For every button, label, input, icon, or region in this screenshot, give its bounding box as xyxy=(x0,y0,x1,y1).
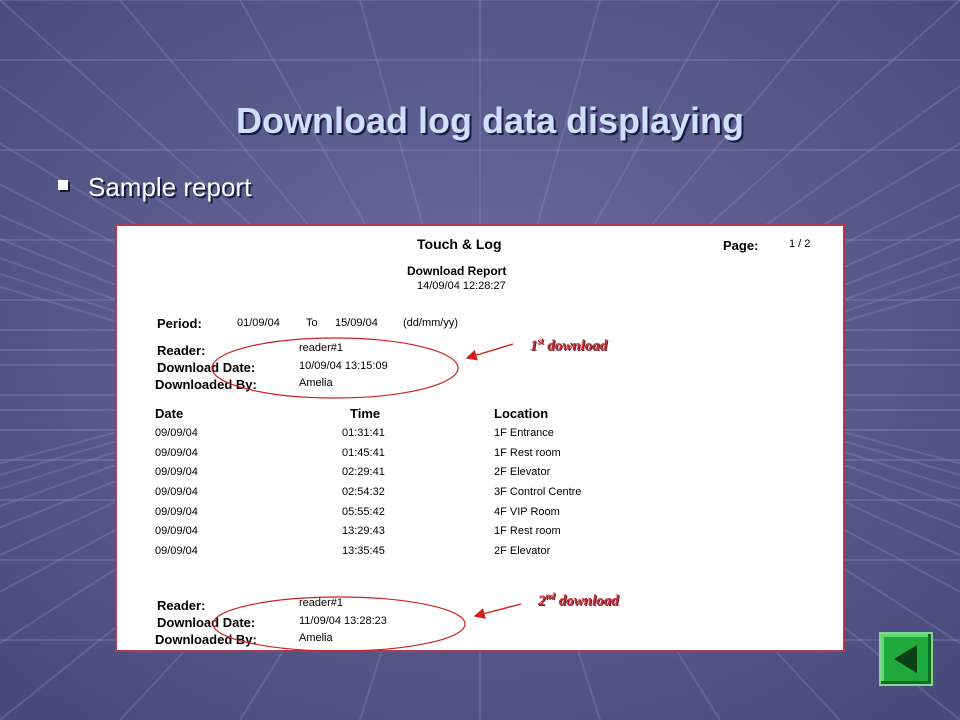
reader-value-1: reader#1 xyxy=(299,342,344,354)
row-date: 09/09/04 xyxy=(155,427,198,439)
triangle-left-icon xyxy=(894,645,917,673)
period-format: (dd/mm/yy) xyxy=(403,317,458,329)
sample-report: Touch & Log Page: 1 / 2 Download Report … xyxy=(115,224,845,652)
row-date: 09/09/04 xyxy=(155,525,198,537)
page-value: 1 / 2 xyxy=(789,238,811,250)
annotation-second-num: 2 xyxy=(538,593,546,609)
annotation-second-sup: nd xyxy=(545,591,556,601)
row-location: 1F Rest room xyxy=(494,447,561,459)
row-location: 2F Elevator xyxy=(494,466,551,478)
annotation-first-download: 1st download xyxy=(530,336,607,355)
annotation-first-text: download xyxy=(543,338,608,354)
row-time: 13:29:43 xyxy=(342,525,385,537)
download-date-value-1: 10/09/04 13:15:09 xyxy=(299,360,388,372)
row-time: 05:55:42 xyxy=(342,506,385,518)
download-date-label-1: Download Date: xyxy=(157,360,256,375)
slide-title: Download log data displaying xyxy=(235,100,745,141)
downloaded-by-label-2: Downloaded By: xyxy=(155,632,257,647)
bullet-item: Sample report xyxy=(58,172,251,203)
downloaded-by-value-1: Amelia xyxy=(299,377,333,389)
row-time: 01:45:41 xyxy=(342,447,385,459)
download-date-label-2: Download Date: xyxy=(157,615,256,630)
row-time: 13:35:45 xyxy=(342,545,385,557)
row-time: 02:54:32 xyxy=(342,486,385,498)
row-location: 4F VIP Room xyxy=(494,506,560,518)
row-date: 09/09/04 xyxy=(155,486,198,498)
downloaded-by-label-1: Downloaded By: xyxy=(155,377,257,392)
annotation-first-num: 1 xyxy=(530,338,538,354)
row-time: 01:31:41 xyxy=(342,427,385,439)
annotation-second-download: 2nd download xyxy=(538,591,619,610)
column-header-date: Date xyxy=(155,406,184,421)
period-to: 15/09/04 xyxy=(335,317,378,329)
period-label: Period: xyxy=(157,316,202,331)
bullet-square-icon xyxy=(58,180,68,191)
row-date: 09/09/04 xyxy=(155,545,198,557)
bullet-text: Sample report xyxy=(88,172,252,202)
reader-label-1: Reader: xyxy=(157,343,206,358)
row-location: 1F Entrance xyxy=(494,427,554,439)
annotation-second-text: download xyxy=(555,593,619,609)
annotation-arrow-1 xyxy=(465,343,514,361)
row-location: 1F Rest room xyxy=(494,525,561,537)
report-timestamp: 14/09/04 12:28:27 xyxy=(417,280,506,292)
annotation-arrow-2 xyxy=(473,603,522,619)
download-date-value-2: 11/09/04 13:28:23 xyxy=(299,615,387,627)
row-date: 09/09/04 xyxy=(155,466,198,478)
report-subtitle: Download Report xyxy=(407,264,507,278)
reader-label-2: Reader: xyxy=(157,598,206,613)
report-title: Touch & Log xyxy=(417,236,502,252)
row-date: 09/09/04 xyxy=(155,447,198,459)
column-header-time: Time xyxy=(350,406,381,421)
row-location: 2F Elevator xyxy=(494,545,551,557)
row-location: 3F Control Centre xyxy=(494,486,582,498)
reader-value-2: reader#1 xyxy=(299,597,344,609)
downloaded-by-value-2: Amelia xyxy=(299,632,333,644)
period-to-word: To xyxy=(306,317,318,329)
back-button[interactable] xyxy=(879,632,933,686)
period-from: 01/09/04 xyxy=(237,317,280,329)
row-time: 02:29:41 xyxy=(342,466,385,478)
column-header-location: Location xyxy=(494,406,549,421)
page-label: Page: xyxy=(723,238,759,253)
row-date: 09/09/04 xyxy=(155,506,198,518)
